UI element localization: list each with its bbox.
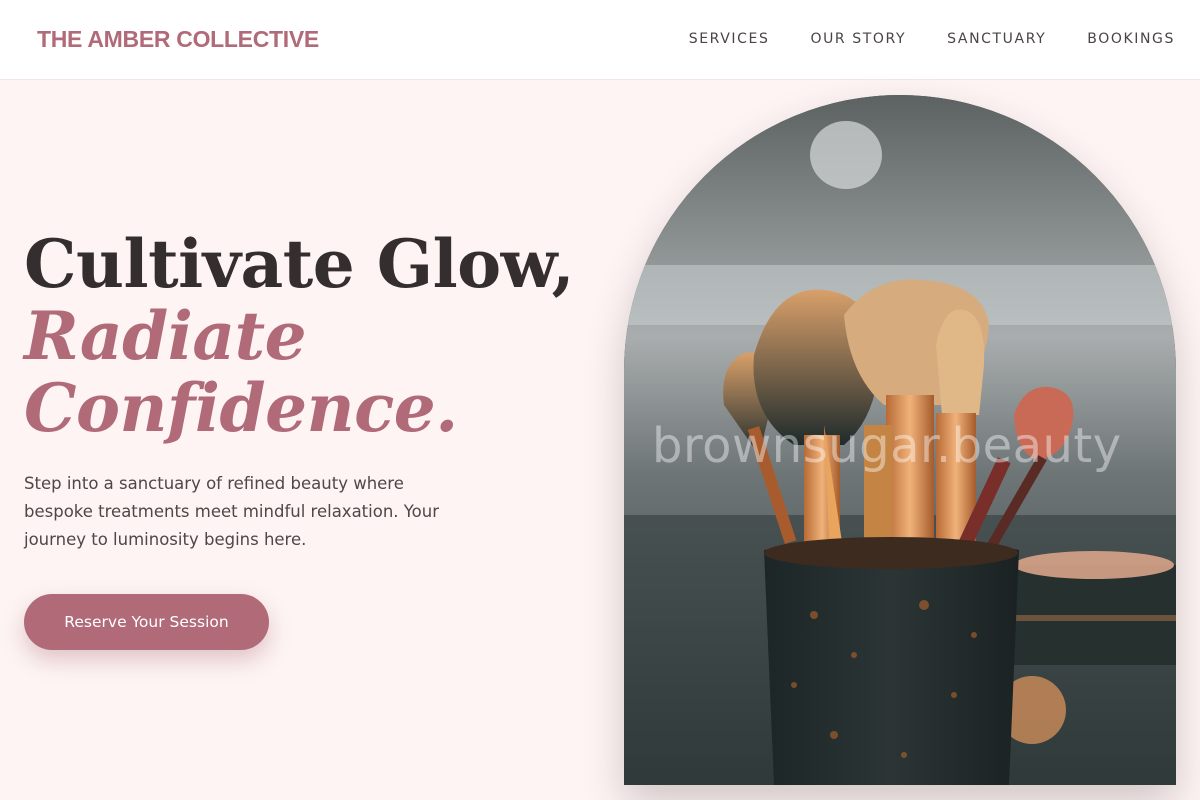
- nav-link-sanctuary[interactable]: SANCTUARY: [947, 31, 1046, 47]
- reserve-session-button[interactable]: Reserve Your Session: [24, 594, 269, 650]
- site-header: THE AMBER COLLECTIVE SERVICES OUR STORY …: [0, 0, 1200, 80]
- hero-headline: Cultivate Glow, Radiate Confidence.: [24, 225, 575, 447]
- headline-line-2: Radiate: [24, 297, 307, 375]
- headline-line-1: Cultivate Glow,: [24, 225, 575, 303]
- image-watermark: brownsugar.beauty: [652, 418, 1122, 474]
- brand-logo[interactable]: THE AMBER COLLECTIVE: [37, 26, 319, 53]
- nav-link-our-story[interactable]: OUR STORY: [810, 31, 906, 47]
- nav-link-bookings[interactable]: BOOKINGS: [1087, 31, 1175, 47]
- main-nav: SERVICES OUR STORY SANCTUARY BOOKINGS: [689, 31, 1175, 47]
- nav-link-services[interactable]: SERVICES: [689, 31, 770, 47]
- hero-section: Cultivate Glow, Radiate Confidence. Step…: [0, 81, 1200, 800]
- headline-line-3: Confidence.: [24, 369, 458, 447]
- hero-image-arch: brownsugar.beauty: [624, 95, 1176, 785]
- hero-description: Step into a sanctuary of refined beauty …: [24, 474, 440, 549]
